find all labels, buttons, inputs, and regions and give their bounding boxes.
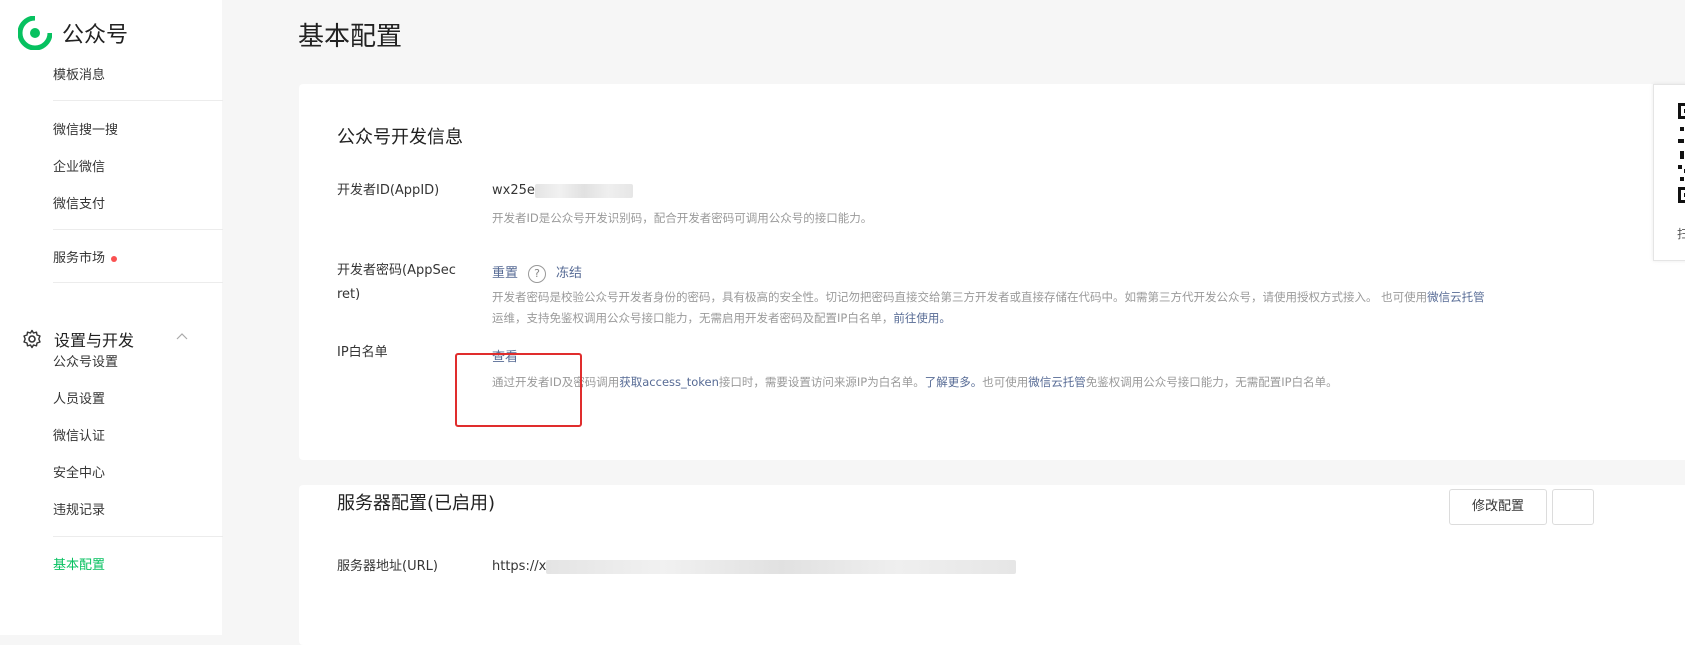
sidebar-item-wechat-pay[interactable]: 微信支付 xyxy=(53,193,105,212)
highlight-box xyxy=(455,353,582,427)
card-title: 公众号开发信息 xyxy=(337,127,463,148)
server-url-label: 服务器地址(URL) xyxy=(337,559,438,574)
sidebar-item-template-message[interactable]: 模板消息 xyxy=(53,64,105,83)
sidebar-item-security-center[interactable]: 安全中心 xyxy=(53,462,105,481)
secret-desc-line2: 运维，支持免鉴权调用公众号接口能力，无需启用开发者密码及配置IP白名单，前往使用… xyxy=(492,306,951,330)
app-name: 公众号 xyxy=(62,23,129,48)
appid-value: wx25e xyxy=(492,183,633,198)
secret-desc-text: 开发者密码是校验公众号开发者身份的密码，具有极高的安全性。切记勿把密码直接交给第… xyxy=(492,290,1428,304)
qr-code-icon xyxy=(1678,103,1685,203)
ip-desc-text: 接口时，需要设置访问来源IP为白名单。 xyxy=(718,375,925,389)
secondary-button[interactable] xyxy=(1552,489,1594,525)
section-label: 设置与开发 xyxy=(54,331,135,350)
secret-actions: 重置? 冻结 xyxy=(492,262,582,283)
secret-desc-text: 运维，支持免鉴权调用公众号接口能力，无需启用开发者密码及配置IP白名单， xyxy=(492,311,894,325)
sidebar: 公众号 模板消息 微信搜一搜 企业微信 微信支付 服务市场 设置与开发 公众号设… xyxy=(0,0,223,635)
sidebar-section-settings-dev[interactable]: 设置与开发 xyxy=(22,327,134,351)
logo[interactable]: 公众号 xyxy=(18,16,128,50)
ip-desc-text: 也可使用 xyxy=(982,375,1029,389)
gear-icon xyxy=(23,329,41,349)
edit-config-button[interactable]: 修改配置 xyxy=(1449,489,1547,525)
wechat-cloud-link[interactable]: 微信云托管 xyxy=(1427,290,1485,304)
server-url-text: https://x xyxy=(492,559,547,574)
help-icon[interactable]: ? xyxy=(528,264,547,283)
secret-label: 开发者密码(AppSec ret) xyxy=(337,259,456,307)
reset-link[interactable]: 重置 xyxy=(492,266,518,281)
sidebar-item-violation-records[interactable]: 违规记录 xyxy=(53,499,105,518)
appid-text: wx25e xyxy=(492,183,535,198)
sidebar-item-staff-settings[interactable]: 人员设置 xyxy=(53,388,105,407)
divider xyxy=(53,536,223,537)
learn-more-link[interactable]: 了解更多。 xyxy=(925,375,983,389)
divider xyxy=(53,100,223,101)
redacted-area xyxy=(534,183,633,198)
notification-dot xyxy=(111,255,118,262)
sidebar-item-service-market[interactable]: 服务市场 xyxy=(53,247,118,266)
chevron-up-icon[interactable] xyxy=(176,332,188,340)
divider xyxy=(53,229,223,230)
secret-label-line2: ret) xyxy=(337,287,361,302)
sidebar-item-label: 服务市场 xyxy=(53,251,106,266)
sidebar-item-wecom[interactable]: 企业微信 xyxy=(53,156,105,175)
sidebar-item-account-settings[interactable]: 公众号设置 xyxy=(53,351,118,370)
page-title: 基本配置 xyxy=(298,22,403,52)
appid-label: 开发者ID(AppID) xyxy=(337,183,440,198)
appid-desc: 开发者ID是公众号开发识别码，配合开发者密码可调用公众号的接口能力。 xyxy=(492,211,873,225)
access-token-link[interactable]: 获取access_token xyxy=(619,375,719,389)
server-url-value: https://x xyxy=(492,559,1017,574)
redacted-area xyxy=(546,559,1017,574)
ip-desc-text: 免鉴权调用公众号接口能力，无需配置IP白名单。 xyxy=(1085,375,1338,389)
sidebar-item-wechat-verification[interactable]: 微信认证 xyxy=(53,425,105,444)
sidebar-item-wechat-search[interactable]: 微信搜一搜 xyxy=(53,119,118,138)
freeze-link[interactable]: 冻结 xyxy=(556,266,582,281)
ip-desc: 通过开发者ID及密码调用获取access_token接口时，需要设置访问来源IP… xyxy=(492,370,1338,394)
card-title: 服务器配置(已启用) xyxy=(337,493,496,514)
go-use-link[interactable]: 前往使用。 xyxy=(893,311,951,325)
divider xyxy=(53,282,223,283)
wechat-official-account-icon xyxy=(18,16,52,50)
qr-caption: 扫 xyxy=(1677,227,1685,241)
secret-label-line1: 开发者密码(AppSec xyxy=(337,263,456,278)
ip-whitelist-label: IP白名单 xyxy=(337,345,388,360)
sidebar-item-basic-config[interactable]: 基本配置 xyxy=(53,554,105,573)
wechat-cloud-link[interactable]: 微信云托管 xyxy=(1028,375,1086,389)
